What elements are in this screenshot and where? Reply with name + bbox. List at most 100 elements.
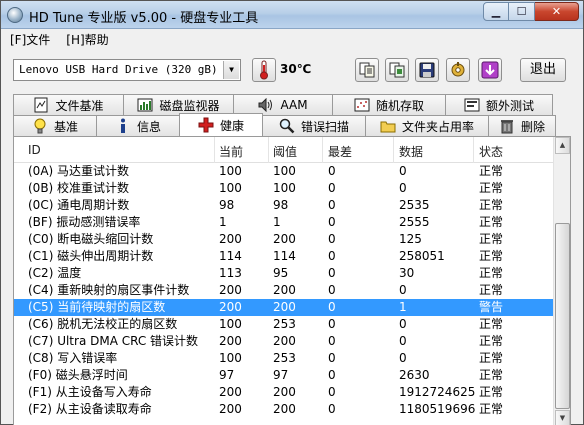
temperature-button[interactable] (252, 58, 276, 82)
tab-random-access[interactable]: 随机存取 (332, 94, 446, 115)
tab-file-benchmark[interactable]: 文件基准 (13, 94, 124, 115)
table-row[interactable]: (C4) 重新映射的扇区事件计数 200 200 0 0 正常 (14, 282, 554, 299)
tab-folder-usage[interactable]: 文件夹占用率 (365, 115, 489, 136)
cell-data: 2630 (399, 368, 430, 382)
cell-status: 正常 (479, 283, 504, 297)
cell-threshold: 98 (273, 198, 289, 212)
tab-label: 文件基准 (55, 98, 104, 113)
menu-help[interactable]: [H]帮助 (63, 30, 111, 50)
maximize-button[interactable]: ☐ (509, 2, 535, 21)
table-row[interactable]: (F2) 从主设备读取寿命 200 200 0 1180519696 正常 (14, 401, 554, 418)
close-button[interactable]: ✕ (535, 2, 579, 21)
cell-status: 正常 (479, 181, 504, 195)
scroll-thumb[interactable] (555, 223, 570, 409)
tab-aam[interactable]: AAM (233, 94, 333, 115)
cell-current: 200 (219, 283, 242, 297)
tab-disk-monitor[interactable]: 磁盘监视器 (123, 94, 234, 115)
exit-button[interactable]: 退出 (520, 58, 566, 82)
options-button[interactable] (446, 58, 470, 82)
cell-threshold: 200 (273, 402, 296, 416)
table-row[interactable]: (C7) Ultra DMA CRC 错误计数 200 200 0 0 正常 (14, 333, 554, 350)
cell-data: 1 (399, 300, 407, 314)
cell-worst: 0 (328, 283, 336, 297)
cell-threshold: 114 (273, 249, 296, 263)
table-row[interactable]: (F0) 磁头悬浮时间 97 97 0 2630 正常 (14, 367, 554, 384)
menu-file[interactable]: [F]文件 (7, 30, 53, 50)
tab-extra-tests[interactable]: 额外测试 (445, 94, 553, 115)
column-header-data[interactable]: 数据 (399, 143, 423, 160)
copy-screenshot-icon (389, 62, 405, 78)
table-row[interactable]: (F1) 从主设备写入寿命 200 200 0 1912724625 正常 (14, 384, 554, 401)
scroll-down-button[interactable]: ▼ (555, 410, 570, 425)
cell-current: 100 (219, 164, 242, 178)
file-benchmark-icon (33, 97, 49, 113)
cell-status: 正常 (479, 334, 504, 348)
minimize-button[interactable]: ▁ (483, 2, 509, 21)
health-cross-icon (198, 117, 214, 133)
tab-health[interactable]: 健康 (179, 113, 263, 136)
random-access-icon (354, 97, 370, 113)
cell-threshold: 253 (273, 351, 296, 365)
title-bar[interactable]: HD Tune 专业版 v5.00 - 硬盘专业工具 ▁ ☐ ✕ (1, 1, 583, 29)
cell-current: 100 (219, 181, 242, 195)
cell-id: (BF) 振动感测错误率 (28, 215, 141, 229)
column-header-worst[interactable]: 最差 (328, 143, 352, 160)
table-row[interactable]: (0B) 校准重试计数 100 100 0 0 正常 (14, 180, 554, 197)
table-row[interactable]: (0A) 马达重试计数 100 100 0 0 正常 (14, 163, 554, 180)
drive-select[interactable]: Lenovo USB Hard Drive (320 gB) ▼ (13, 59, 241, 81)
table-row[interactable]: (C6) 脱机无法校正的扇区数 100 253 0 0 正常 (14, 316, 554, 333)
table-row[interactable]: (C0) 断电磁头缩回计数 200 200 0 125 正常 (14, 231, 554, 248)
vertical-scrollbar[interactable]: ▲ ▼ (553, 137, 570, 425)
cell-data: 1180519696 (399, 402, 476, 416)
cell-data: 2535 (399, 198, 430, 212)
table-row[interactable]: (0C) 通电周期计数 98 98 0 2535 正常 (14, 197, 554, 214)
cell-current: 100 (219, 317, 242, 331)
tab-benchmark[interactable]: 基准 (13, 115, 97, 136)
toolbar: Lenovo USB Hard Drive (320 gB) ▼ 30℃ 退出 (1, 51, 583, 91)
cell-data: 2555 (399, 215, 430, 229)
cell-id: (0A) 马达重试计数 (28, 164, 130, 178)
cell-worst: 0 (328, 351, 336, 365)
cell-current: 114 (219, 249, 242, 263)
save-button[interactable] (415, 58, 439, 82)
tab-row-top: 文件基准 磁盘监视器 AAM 随机存取 额外测试 (13, 94, 553, 115)
tab-label: 磁盘监视器 (159, 98, 220, 113)
cell-status: 正常 (479, 351, 504, 365)
cell-data: 0 (399, 283, 407, 297)
hd-tune-logo-icon (7, 7, 23, 23)
cell-worst: 0 (328, 402, 336, 416)
table-row[interactable]: (C2) 温度 113 95 0 30 正常 (14, 265, 554, 282)
table-row[interactable]: (BF) 振动感测错误率 1 1 0 2555 正常 (14, 214, 554, 231)
tab-erase[interactable]: 删除 (488, 115, 556, 136)
drive-select-value: Lenovo USB Hard Drive (320 gB) (19, 63, 218, 76)
cell-worst: 0 (328, 164, 336, 178)
tab-info[interactable]: 信息 (96, 115, 180, 136)
chevron-down-icon[interactable]: ▼ (223, 61, 239, 79)
copy-info-button[interactable] (355, 58, 379, 82)
download-button[interactable] (478, 58, 502, 82)
cell-worst: 0 (328, 266, 336, 280)
column-header-threshold[interactable]: 阈值 (273, 143, 297, 160)
column-header-id[interactable]: ID (28, 143, 41, 157)
magnifier-icon (279, 118, 295, 134)
cell-id: (C0) 断电磁头缩回计数 (28, 232, 154, 246)
table-row[interactable]: (C8) 写入错误率 100 253 0 0 正常 (14, 350, 554, 367)
cell-current: 200 (219, 334, 242, 348)
window-title: HD Tune 专业版 v5.00 - 硬盘专业工具 (29, 11, 259, 26)
copy-screenshot-button[interactable] (385, 58, 409, 82)
tab-error-scan[interactable]: 错误扫描 (262, 115, 366, 136)
column-header-status[interactable]: 状态 (479, 143, 503, 160)
table-row[interactable]: (C1) 磁头伸出周期计数 114 114 0 258051 正常 (14, 248, 554, 265)
column-header-current[interactable]: 当前 (219, 143, 243, 160)
tab-label: 基准 (53, 119, 78, 134)
cell-id: (C6) 脱机无法校正的扇区数 (28, 317, 178, 331)
scroll-up-button[interactable]: ▲ (555, 137, 570, 154)
health-panel: ID 当前 阈值 最差 数据 状态 (0A) 马达重试计数 100 100 0 0 正常(… (13, 136, 571, 425)
cell-id: (0C) 通电周期计数 (28, 198, 130, 212)
cell-id: (F2) 从主设备读取寿命 (28, 402, 152, 416)
cell-status: 正常 (479, 215, 504, 229)
cell-status: 正常 (479, 402, 504, 416)
cell-worst: 0 (328, 232, 336, 246)
cell-current: 100 (219, 351, 242, 365)
table-row[interactable]: (C5) 当前待映射的扇区数 200 200 0 1 警告 (14, 299, 554, 316)
